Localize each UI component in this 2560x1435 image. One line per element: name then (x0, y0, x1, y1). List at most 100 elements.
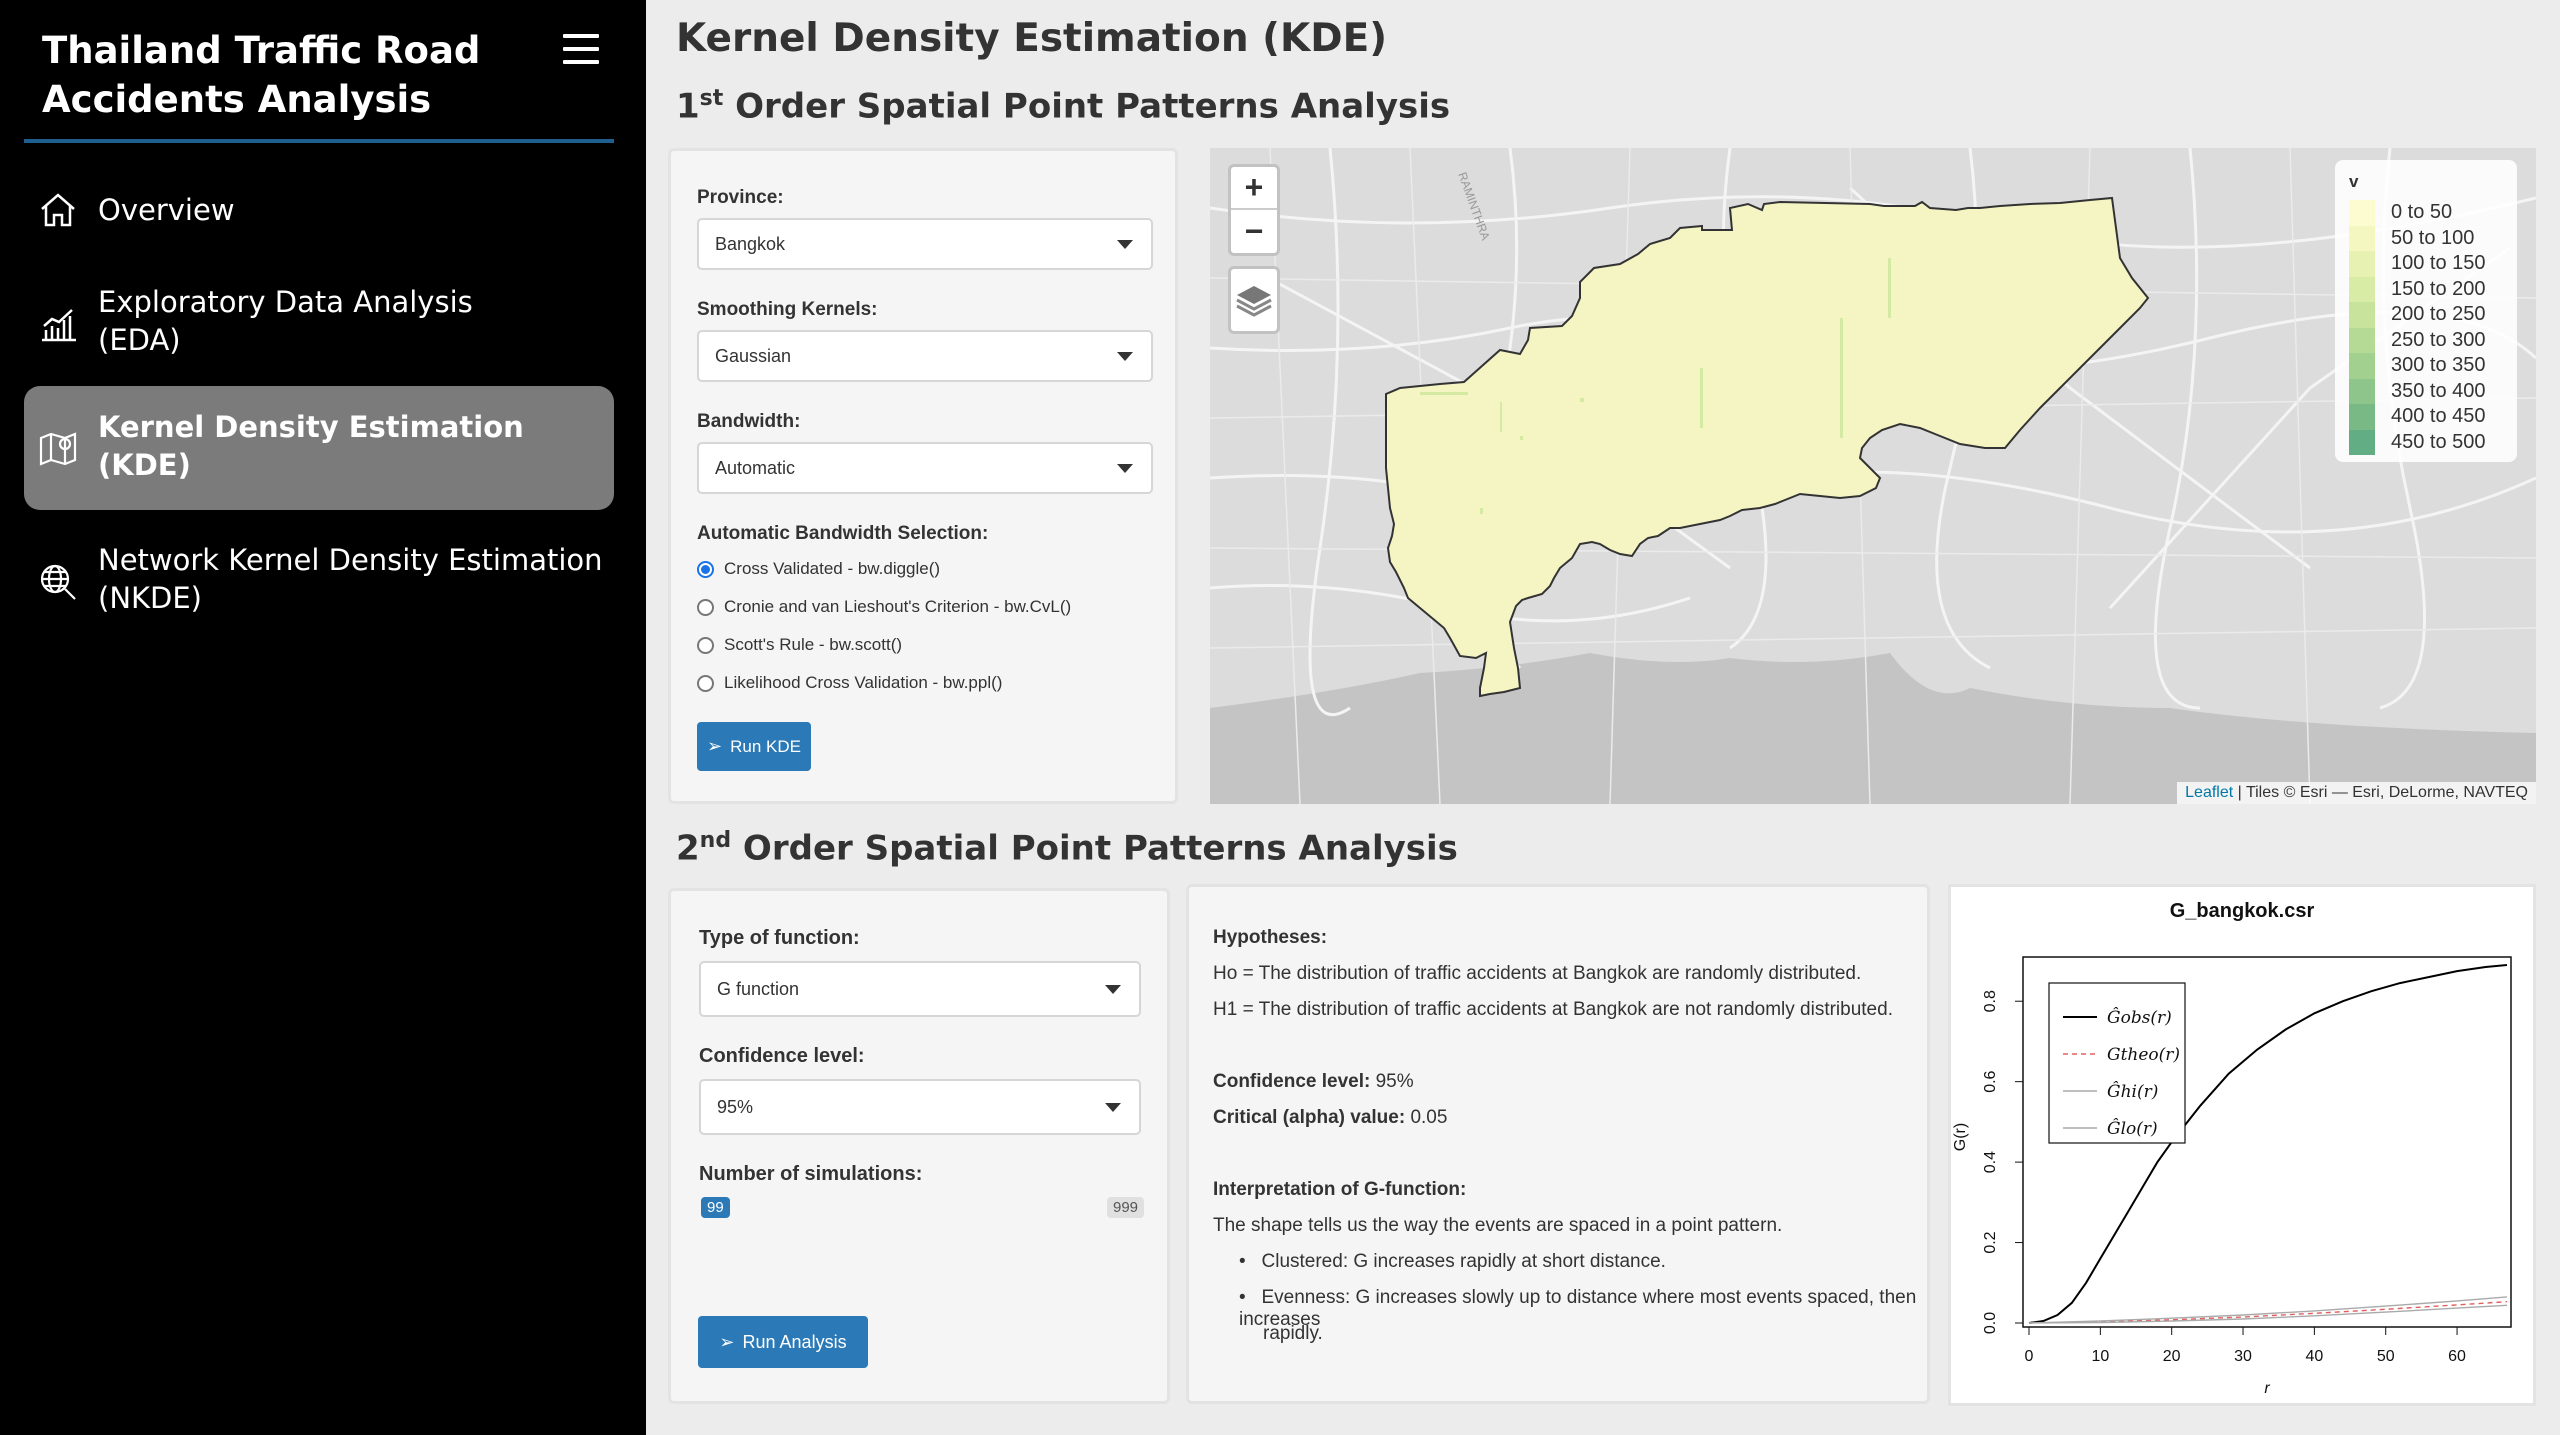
sidebar-item-label-sub: (NKDE) (98, 581, 202, 615)
function-type-select[interactable]: G function (699, 961, 1141, 1017)
function-type-value: G function (717, 978, 800, 999)
confidence-level-value: 95% (717, 1096, 754, 1117)
province-select[interactable]: Bangkok (697, 218, 1153, 270)
radio-bw-cvl[interactable]: Cronie and van Lieshout's Criterion - bw… (697, 597, 1071, 617)
kernel-value: Gaussian (715, 345, 792, 366)
sidebar-item-label: Kernel Density Estimation (98, 410, 524, 444)
legend-label: 200 to 250 (2391, 303, 2486, 326)
section-ordinal: 1 (676, 86, 700, 127)
province-value: Bangkok (715, 233, 786, 254)
sidebar-item-nkde[interactable]: Network Kernel Density Estimation (NKDE) (24, 534, 614, 630)
app-title-line2: Accidents Analysis (42, 78, 432, 121)
bullet-evenness: • Evenness: G increases slowly up to dis… (1239, 1287, 1917, 1330)
paper-plane-icon: ➢ (719, 1331, 735, 1352)
zoom-in-button[interactable]: + (1231, 167, 1277, 210)
sidebar: Thailand Traffic Road Accidents Analysis… (0, 0, 646, 1435)
function-type-label: Type of function: (699, 927, 860, 949)
gfunction-chart: G_bangkok.csr 0 10 20 30 40 50 60 0.0 0.2 0.4 0.6 0.… (1952, 900, 2512, 1397)
confidence-level-label: Confidence level: (699, 1045, 865, 1067)
hypotheses-heading: Hypotheses: (1213, 927, 1328, 948)
critical-value: 0.05 (1405, 1107, 1448, 1128)
legend-swatch (2349, 200, 2375, 226)
section-ordinal: 2 (676, 828, 700, 869)
legend-label: 150 to 200 (2391, 277, 2486, 300)
zoom-out-button[interactable]: − (1231, 210, 1277, 253)
bullet-text: Clustered: G increases rapidly at short … (1261, 1251, 1666, 1272)
x-tick-label: 30 (2234, 1348, 2252, 1365)
slider-max-badge: 999 (1107, 1197, 1145, 1218)
legend-swatch (2349, 353, 2375, 379)
bullet-clustered: • Clustered: G increases rapidly at shor… (1239, 1251, 1666, 1272)
section-title-text: Order Spatial Point Patterns Analysis (731, 828, 1458, 869)
legend-label: Ĝhi(r) (2107, 1081, 2158, 1102)
kde-map[interactable]: RAMINTHRA + − v 0 to 50 50 to 100 100 to 1… (1210, 148, 2536, 804)
legend-swatch (2349, 404, 2375, 430)
x-tick-label: 60 (2448, 1348, 2466, 1365)
page-title: Kernel Density Estimation (KDE) (676, 16, 1388, 61)
section-title-text: Order Spatial Point Patterns Analysis (723, 86, 1451, 127)
legend-row: 100 to 150 (2349, 251, 2503, 277)
radio-bw-diggle[interactable]: Cross Validated - bw.diggle() (697, 559, 940, 579)
legend-label: Ĝlo(r) (2107, 1118, 2158, 1139)
kernel-select[interactable]: Gaussian (697, 330, 1153, 382)
legend-row: 200 to 250 (2349, 302, 2503, 328)
legend-label: 350 to 400 (2391, 379, 2486, 402)
chevron-down-icon (1105, 1103, 1121, 1112)
radio-checked-icon[interactable] (697, 560, 714, 578)
legend-row: 0 to 50 (2349, 200, 2503, 226)
chevron-down-icon (1117, 352, 1133, 361)
legend-label: 300 to 350 (2391, 354, 2486, 377)
confidence-line: Confidence level: 95% (1213, 1071, 1414, 1093)
x-tick-label: 10 (2091, 1348, 2109, 1365)
critical-label: Critical (alpha) value: (1213, 1107, 1406, 1128)
legend-row: 350 to 400 (2349, 378, 2503, 404)
radio-bw-scott[interactable]: Scott's Rule - bw.scott() (697, 635, 902, 655)
bar-chart-icon (42, 309, 76, 342)
radio-unchecked-icon[interactable] (697, 636, 714, 654)
radio-label: Cronie and van Lieshout's Criterion - bw… (724, 597, 1072, 616)
legend-label: 100 to 150 (2391, 252, 2486, 275)
confidence-level-select[interactable]: 95% (699, 1079, 1141, 1135)
globe-search-icon (40, 564, 76, 600)
section-ordinal-suffix: nd (699, 828, 732, 853)
zoom-control: + − (1228, 164, 1280, 256)
legend-label: 400 to 450 (2391, 405, 2486, 428)
legend-row: 300 to 350 (2349, 353, 2503, 379)
bullet-text: Evenness: G increases slowly up to dista… (1239, 1287, 1917, 1330)
gfunction-plot: G_bangkok.csr 0 10 20 30 40 50 60 0.0 0.2 0.4 0.6 0.… (1948, 884, 2536, 1406)
kde-input-panel: Province: Bangkok Smoothing Kernels: Gau… (668, 148, 1178, 804)
radio-unchecked-icon[interactable] (697, 674, 714, 692)
legend-swatch (2349, 429, 2375, 455)
chevron-down-icon (1117, 240, 1133, 249)
sidebar-item-label: Network Kernel Density Estimation (98, 543, 603, 577)
y-tick-label: 0.2 (1982, 1231, 1999, 1253)
sidebar-item-overview[interactable]: Overview (24, 178, 614, 242)
section-title-second-order: 2nd Order Spatial Point Patterns Analysi… (676, 828, 1458, 868)
bullet-evenness-cont: rapidly. (1263, 1323, 1323, 1344)
province-label: Province: (697, 187, 784, 208)
legend-row: 50 to 100 (2349, 225, 2503, 251)
radio-label: Likelihood Cross Validation - bw.ppl() (724, 673, 1003, 692)
legend-label: 450 to 500 (2391, 430, 2486, 453)
hamburger-menu-icon[interactable] (563, 34, 599, 64)
y-axis-label: G(r) (1952, 1123, 1969, 1151)
radio-label: Scott's Rule - bw.scott() (724, 635, 903, 654)
sidebar-item-kde[interactable]: Kernel Density Estimation (KDE) (24, 386, 614, 510)
radio-unchecked-icon[interactable] (697, 598, 714, 616)
bandwidth-label: Bandwidth: (697, 411, 801, 432)
run-analysis-button[interactable]: ➢ Run Analysis (698, 1316, 868, 1368)
run-kde-button[interactable]: ➢ Run KDE (697, 722, 811, 771)
sidebar-item-eda[interactable]: Exploratory Data Analysis (EDA) (24, 276, 614, 372)
y-tick-label: 0.8 (1982, 990, 1999, 1012)
radio-bw-ppl[interactable]: Likelihood Cross Validation - bw.ppl() (697, 673, 1002, 693)
legend-row: 400 to 450 (2349, 404, 2503, 430)
sidebar-item-label: Overview (98, 193, 235, 227)
leaflet-link[interactable]: Leaflet (2185, 784, 2233, 801)
x-tick-label: 20 (2163, 1348, 2181, 1365)
legend-row: 450 to 500 (2349, 429, 2503, 455)
layers-control-button[interactable] (1228, 266, 1280, 334)
legend-label: Gtheo(r) (2107, 1045, 2180, 1065)
interpretation-heading: Interpretation of G-function: (1213, 1179, 1467, 1200)
bandwidth-select[interactable]: Automatic (697, 442, 1153, 494)
hypothesis-panel: Hypotheses: Ho = The distribution of tra… (1186, 884, 1930, 1404)
